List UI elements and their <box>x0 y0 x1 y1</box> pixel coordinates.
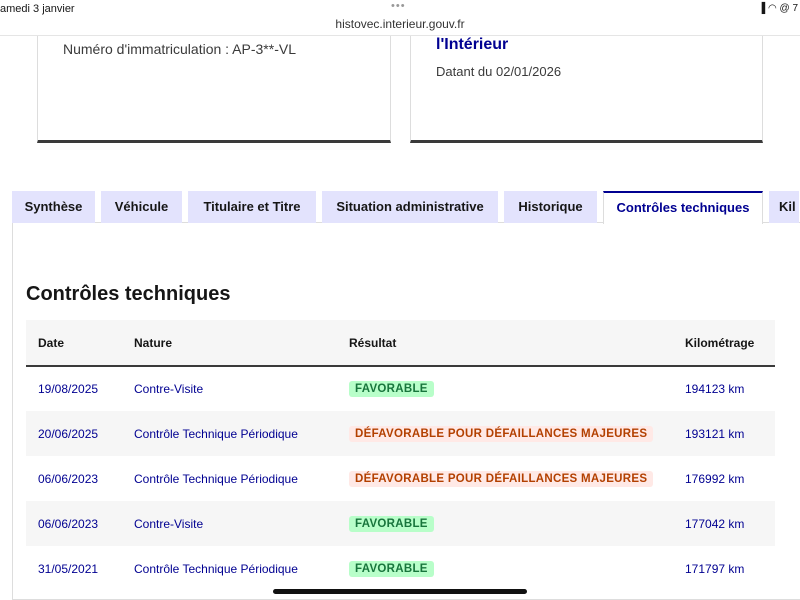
tab-kilometrage[interactable]: Kil <box>769 191 799 223</box>
tab-titulaire[interactable]: Titulaire et Titre <box>188 191 316 223</box>
row-date: 06/06/2023 <box>38 471 99 486</box>
status-icons: ▐ ◠ @ 7 <box>758 3 798 14</box>
col-date: Date <box>26 320 122 367</box>
row-km: 171797 km <box>685 561 745 576</box>
row-result: FAVORABLE <box>337 366 673 411</box>
row-result: DÉFAVORABLE POUR DÉFAILLANCES MAJEURES <box>337 456 673 501</box>
col-km: Kilométrage <box>673 320 775 367</box>
table-row: 06/06/2023 Contrôle Technique Périodique… <box>26 456 775 501</box>
row-result: FAVORABLE <box>337 546 673 591</box>
tab-historique[interactable]: Historique <box>504 191 597 223</box>
row-km: 193121 km <box>673 411 775 456</box>
row-nature: Contre-Visite <box>134 382 204 396</box>
row-result: FAVORABLE <box>337 501 673 546</box>
registration-number: Numéro d'immatriculation : AP-3**-VL <box>63 41 296 57</box>
table-row: 20/06/2025 Contrôle Technique Périodique… <box>26 411 775 456</box>
source-card: l'Intérieur Datant du 02/01/2026 <box>410 36 763 143</box>
result-badge: FAVORABLE <box>349 515 434 532</box>
table-row: 31/05/2021 Contrôle Technique Périodique… <box>26 546 775 591</box>
result-badge: DÉFAVORABLE POUR DÉFAILLANCES MAJEURES <box>349 425 654 442</box>
col-nature: Nature <box>122 320 337 367</box>
row-date: 06/06/2023 <box>26 501 122 546</box>
row-km: 177042 km <box>673 501 775 546</box>
browser-status-bar: amedi 3 janvier ••• histovec.interieur.g… <box>0 0 800 36</box>
tab-bar: Synthèse Véhicule Titulaire et Titre Sit… <box>12 191 799 224</box>
result-badge: FAVORABLE <box>349 381 434 397</box>
row-date: 31/05/2021 <box>38 561 99 576</box>
source-title: l'Intérieur <box>436 36 509 53</box>
row-km: 194123 km <box>685 382 745 396</box>
row-nature: Contre-Visite <box>122 501 337 546</box>
source-date: Datant du 02/01/2026 <box>436 64 562 79</box>
row-nature: Contrôle Technique Périodique <box>122 411 337 456</box>
tab-situation[interactable]: Situation administrative <box>322 191 498 223</box>
vehicle-card: Numéro d'immatriculation : AP-3**-VL <box>37 36 391 143</box>
table-row: 06/06/2023 Contre-Visite FAVORABLE 17704… <box>26 501 775 546</box>
row-nature: Contrôle Technique Périodique <box>134 471 298 486</box>
address-bar[interactable]: histovec.interieur.gouv.fr <box>0 17 800 31</box>
col-result: Résultat <box>337 320 673 367</box>
row-date: 19/08/2025 <box>38 382 99 396</box>
more-icon[interactable]: ••• <box>391 0 406 12</box>
row-date: 20/06/2025 <box>26 411 122 456</box>
tab-vehicule[interactable]: Véhicule <box>101 191 182 223</box>
tab-controles[interactable]: Contrôles techniques <box>603 191 763 224</box>
section-title: Contrôles techniques <box>26 283 231 305</box>
status-date: amedi 3 janvier <box>0 3 75 15</box>
result-badge: DÉFAVORABLE POUR DÉFAILLANCES MAJEURES <box>349 470 654 487</box>
table-row: 19/08/2025 Contre-Visite FAVORABLE 19412… <box>26 366 775 411</box>
result-badge: FAVORABLE <box>349 560 434 577</box>
row-result: DÉFAVORABLE POUR DÉFAILLANCES MAJEURES <box>337 411 673 456</box>
controls-table: Date Nature Résultat Kilométrage 19/08/2… <box>26 320 775 591</box>
row-nature: Contrôle Technique Périodique <box>134 561 298 576</box>
tab-synthese[interactable]: Synthèse <box>12 191 95 223</box>
home-indicator[interactable] <box>273 589 527 594</box>
row-km: 176992 km <box>685 471 745 486</box>
